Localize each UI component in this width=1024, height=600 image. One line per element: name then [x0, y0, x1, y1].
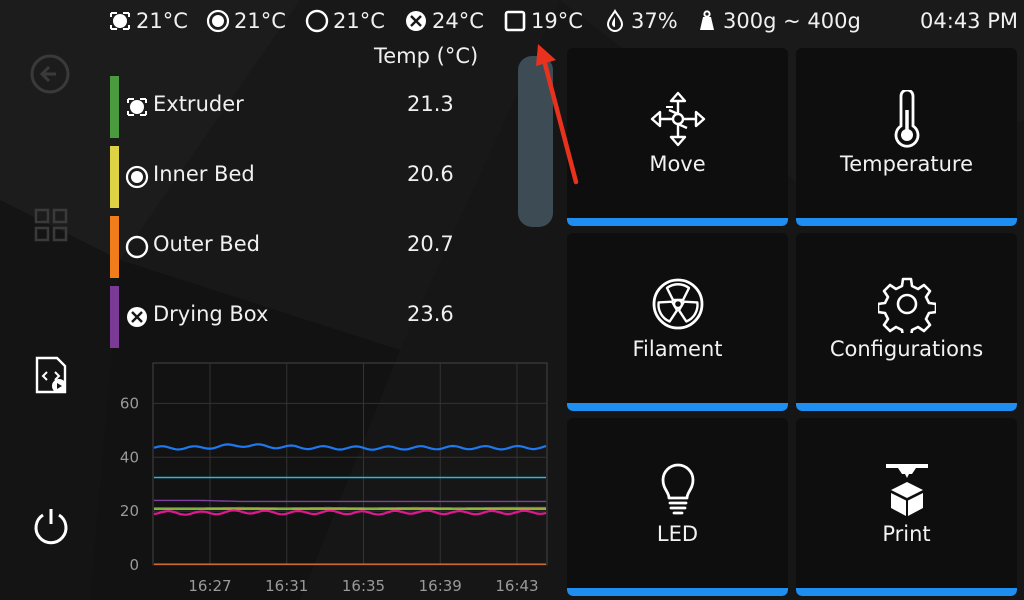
temp-row-value: 20.7 [407, 232, 454, 256]
outer-bed-temp-status: 21°C [305, 7, 385, 35]
temp-row-extruder[interactable]: Extruder 21.3 [110, 76, 490, 138]
chart-y-tick-label: 0 [129, 556, 139, 574]
chamber-icon [504, 10, 526, 32]
move-button[interactable]: Move [567, 48, 788, 226]
tile-accent-bar [567, 218, 788, 226]
chart-frame [152, 362, 548, 566]
chart-x-tick-label: 16:43 [495, 577, 538, 595]
lightbulb-icon [661, 463, 694, 515]
tile-label: Move [649, 152, 706, 176]
inner-bed-temp-status: 21°C [206, 7, 286, 35]
chart-y-tick-label: 20 [120, 502, 139, 520]
grid-icon [34, 208, 68, 242]
filament-weight-status: 300g ~ 400g [695, 7, 861, 35]
series-color-bar [110, 76, 119, 138]
temp-row-label: Drying Box [153, 302, 269, 326]
chart-x-tick-label: 16:27 [188, 577, 231, 595]
drying-box-icon [127, 307, 147, 327]
menu-grid-button[interactable] [34, 208, 68, 242]
temp-row-outer-bed[interactable]: Outer Bed 20.7 [110, 216, 490, 278]
tile-accent-bar [796, 403, 1017, 411]
code-file-icon [35, 356, 67, 394]
inner-bed-icon [206, 9, 230, 33]
gear-icon [877, 277, 936, 333]
extruder-temp-status: 21°C [108, 7, 188, 35]
chart-series-line [153, 443, 547, 451]
temperature-button[interactable]: Temperature [796, 48, 1017, 226]
drying-box-temp-status: 24°C [404, 7, 484, 35]
scrollbar-thumb[interactable] [518, 56, 553, 227]
gcode-file-button[interactable] [34, 356, 70, 396]
chart-series-line [154, 499, 546, 503]
temp-row-value: 20.6 [407, 162, 454, 186]
tile-label: LED [656, 522, 699, 546]
outer-bed-icon [305, 9, 329, 33]
power-button[interactable] [31, 506, 71, 546]
inner-bed-icon [125, 165, 149, 189]
temp-row-label: Inner Bed [153, 162, 255, 186]
chamber-temp-status: 19°C [503, 7, 583, 35]
chart-x-tick-label: 16:35 [342, 577, 385, 595]
temp-row-value: 21.3 [407, 92, 454, 116]
temp-row-label: Outer Bed [153, 232, 260, 256]
thermometer-icon [894, 90, 919, 148]
chart-y-tick-label: 40 [120, 448, 139, 466]
clock: 04:43 PM [920, 9, 1018, 33]
extruder-icon [110, 12, 130, 30]
status-bar: 21°C 21°C 21°C 24°C 19°C 37% 300g ~ 400g… [0, 0, 1024, 44]
power-icon [34, 509, 68, 545]
chart-x-tick-label: 16:31 [265, 577, 308, 595]
drying-box-icon [406, 11, 426, 31]
weight-icon [700, 10, 714, 30]
outer-bed-icon [125, 235, 149, 259]
filament-button[interactable]: Filament [567, 233, 788, 411]
extruder-icon [127, 98, 147, 116]
chart-x-tick-label: 16:39 [419, 577, 462, 595]
humidity-drop-icon [606, 9, 624, 32]
humidity-status: 37% [603, 7, 678, 35]
print-nozzle-icon [885, 464, 928, 516]
temp-row-label: Extruder [153, 92, 244, 116]
tile-accent-bar [796, 218, 1017, 226]
back-button[interactable] [29, 53, 71, 95]
temp-row-value: 23.6 [407, 302, 454, 326]
back-arrow-icon [30, 54, 70, 94]
temperature-chart: 16:27 16:31 16:35 16:39 16:43 0 20 40 60 [120, 362, 548, 595]
series-color-bar [110, 286, 119, 348]
configurations-button[interactable]: Configurations [796, 233, 1017, 411]
chart-y-tick-label: 60 [120, 394, 139, 412]
print-button[interactable]: Print [796, 418, 1017, 596]
tile-accent-bar [567, 403, 788, 411]
filament-spool-icon [652, 278, 703, 330]
tile-label: Configurations [829, 337, 984, 361]
move-arrows-icon [650, 91, 705, 147]
tile-label: Print [882, 522, 931, 546]
led-button[interactable]: LED [567, 418, 788, 596]
series-color-bar [110, 146, 119, 208]
tile-label: Filament [632, 337, 723, 361]
series-color-bar [110, 216, 119, 278]
tile-accent-bar [796, 588, 1017, 596]
temp-column-header: Temp (°C) [374, 44, 479, 68]
tile-accent-bar [567, 588, 788, 596]
tile-label: Temperature [839, 152, 974, 176]
temp-row-inner-bed[interactable]: Inner Bed 20.6 [110, 146, 490, 208]
temp-row-drying-box[interactable]: Drying Box 23.6 [110, 286, 490, 348]
